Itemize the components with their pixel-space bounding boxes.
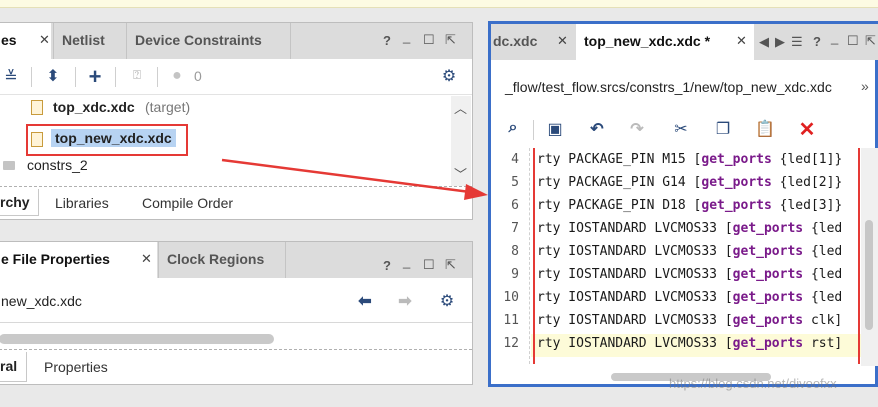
line-number: 4 [511,152,519,167]
copy-icon[interactable]: ❐ [713,119,733,139]
tab-top-xdc[interactable]: dc.xdc ✕ [491,24,575,60]
delete-icon[interactable]: ✕ [797,117,817,142]
line-number: 9 [511,267,519,282]
close-icon[interactable]: ✕ [557,24,568,58]
float-icon[interactable]: ⇱ [865,33,876,49]
watermark: https://blog.csdn.net/divoofxx [669,376,837,391]
tab-list-icon[interactable]: ☰ [791,34,803,50]
tab-scroll-right-icon[interactable]: ▶ [775,34,785,50]
vscroll-thumb[interactable] [865,220,873,330]
redo-icon[interactable]: ↷ [627,119,647,139]
tab-label: dc.xdc [493,33,538,49]
line-number: 7 [511,221,519,236]
annotation-box [533,148,860,364]
tab-label: top_new_xdc.xdc * [584,33,711,49]
toolbar-separator [533,120,534,140]
minimize-icon[interactable]: _ [831,30,838,45]
undo-icon[interactable]: ↶ [587,119,607,139]
editor-toolbar: ⌕ ▣ ↶ ↷ ✂ ❐ 📋 ✕ [491,114,878,146]
code-area[interactable]: 4 rty PACKAGE_PIN M15 [get_ports {led[1]}… [491,148,861,364]
tab-scroll-left-icon[interactable]: ◀ [759,34,769,50]
paste-icon[interactable]: 📋 [755,119,775,139]
file-path: _flow/test_flow.srcs/constrs_1/new/top_n… [505,79,832,95]
line-number: 6 [511,198,519,213]
line-number: 12 [503,336,519,351]
close-icon[interactable]: ✕ [736,24,747,58]
tab-top-new-xdc[interactable]: top_new_xdc.xdc * ✕ [576,24,754,60]
editor-panel: dc.xdc ✕ top_new_xdc.xdc * ✕ ◀ ▶ ☰ ? _ ☐… [488,21,878,391]
save-icon[interactable]: ▣ [545,119,565,139]
line-number: 10 [503,290,519,305]
restore-icon[interactable]: ☐ [847,33,859,49]
help-icon[interactable]: ? [813,34,821,49]
editor-vscrollbar[interactable] [861,148,878,366]
search-icon[interactable]: ⌕ [503,119,523,137]
line-number: 5 [511,175,519,190]
more-icon[interactable]: » [861,78,869,94]
line-number: 11 [503,313,519,328]
line-number: 8 [511,244,519,259]
cut-icon[interactable]: ✂ [671,119,691,139]
